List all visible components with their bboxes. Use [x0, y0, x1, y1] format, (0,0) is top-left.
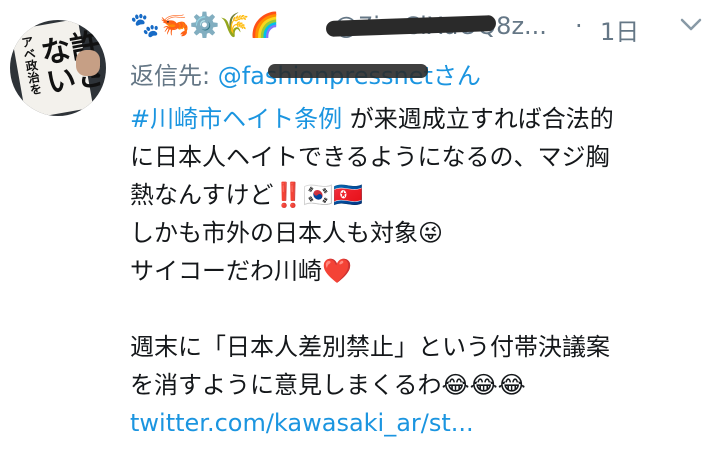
- display-name[interactable]: 🐾🦐⚙️🌾🌈: [130, 10, 279, 40]
- emoji-tears-of-joy: 😂😂😂: [441, 371, 526, 399]
- avatar[interactable]: アベ政治を 許さない: [10, 20, 106, 116]
- hashtag-link[interactable]: #川崎市ヘイト条例: [130, 105, 342, 133]
- tweet-line: を消すように意見しまくるわ😂😂😂: [130, 366, 700, 404]
- tweet-line: に日本人ヘイトできるようになるの、マジ胸: [130, 143, 610, 171]
- tweet-line: サイコーだわ川崎❤️: [130, 252, 700, 290]
- separator-dot: ·: [575, 12, 583, 40]
- emoji-exclamation-flags: ‼️🇰🇷🇰🇵: [273, 181, 364, 209]
- reply-mention-start: @f: [217, 62, 251, 90]
- tweet-text-segment: しかも市外の日本人も対象: [130, 219, 418, 247]
- tweet-line: twitter.com/kawasaki_ar/st...: [130, 404, 700, 442]
- emoji-heart: ❤️: [322, 257, 352, 285]
- tweet-text-segment: が来週成立すれば合法的: [342, 105, 614, 133]
- tweet-text-segment: サイコーだわ川崎: [130, 257, 322, 285]
- reply-mention-end: さん: [432, 62, 481, 90]
- tweet-text-segment: を消すように意見しまくるわ: [130, 371, 442, 399]
- tweet-line: しかも市外の日本人も対象😜: [130, 214, 700, 252]
- chevron-down-icon[interactable]: [678, 14, 704, 36]
- avatar-hand: [76, 50, 100, 76]
- timestamp[interactable]: 1日: [600, 12, 639, 47]
- tweet-text: #川崎市ヘイト条例 が来週成立すれば合法的 に日本人ヘイトできるようになるの、マ…: [130, 100, 700, 442]
- reply-prefix: 返信先:: [130, 62, 218, 90]
- tweet[interactable]: アベ政治を 許さない 🐾🦐⚙️🌾🌈 @7imCiXuOQ8z... · 1日 返…: [0, 0, 711, 461]
- tweet-line: 週末に「日本人差別禁止」という付帯決議案: [130, 333, 610, 361]
- tweet-line: 熱なんすけど‼️🇰🇷🇰🇵: [130, 176, 700, 214]
- quoted-tweet-link[interactable]: twitter.com/kawasaki_ar/st...: [130, 409, 474, 437]
- emoji-winking-tongue: 😜: [418, 219, 444, 247]
- tweet-line: #川崎市ヘイト条例 が来週成立すれば合法的: [130, 100, 700, 138]
- tweet-header: 🐾🦐⚙️🌾🌈 @7imCiXuOQ8z... · 1日: [130, 6, 702, 46]
- tweet-text-segment: 熱なんすけど: [130, 181, 274, 209]
- redaction-scribble: [268, 64, 428, 78]
